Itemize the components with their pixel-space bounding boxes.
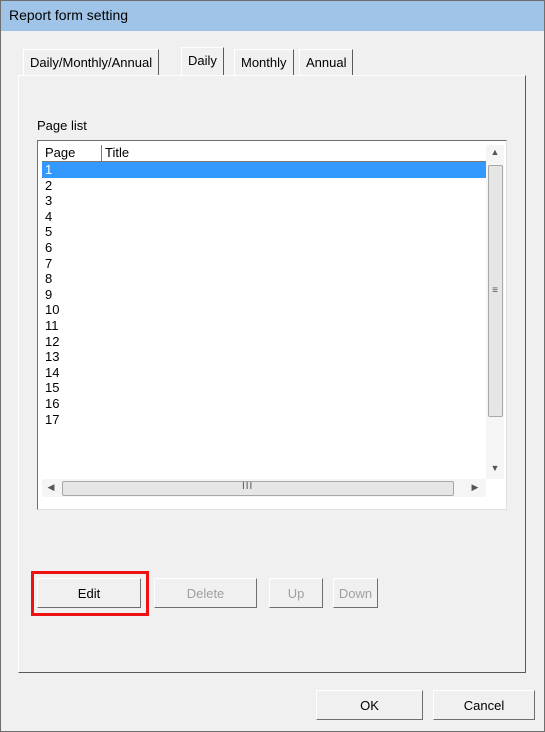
cancel-button[interactable]: Cancel xyxy=(433,690,535,720)
list-item[interactable]: 3 xyxy=(42,193,486,209)
column-header-title[interactable]: Title xyxy=(102,145,486,161)
list-item[interactable]: 17 xyxy=(42,412,486,428)
horizontal-scroll-thumb[interactable] xyxy=(62,481,454,496)
edit-button-highlight xyxy=(31,571,149,616)
up-button[interactable]: Up xyxy=(269,578,323,608)
tab-daily-monthly-annual[interactable]: Daily/Monthly/Annual xyxy=(23,49,160,75)
list-item[interactable]: 4 xyxy=(42,209,486,225)
scroll-grip-icon: ≡ xyxy=(492,285,498,296)
list-item[interactable]: 16 xyxy=(42,396,486,412)
list-item[interactable]: 1 xyxy=(42,162,486,178)
page-list-label: Page list xyxy=(37,118,87,133)
list-item[interactable]: 10 xyxy=(42,302,486,318)
tab-annual[interactable]: Annual xyxy=(299,49,354,75)
scroll-grip-icon: III xyxy=(242,481,254,492)
vertical-scrollbar[interactable]: ▲ ≡ ▼ xyxy=(486,145,504,479)
tab-monthly[interactable]: Monthly xyxy=(234,49,294,75)
down-arrow-icon[interactable]: ▼ xyxy=(486,463,504,473)
list-item[interactable]: 15 xyxy=(42,380,486,396)
column-header-page[interactable]: Page xyxy=(42,145,102,161)
window-title: Report form setting xyxy=(9,7,129,23)
list-item[interactable]: 8 xyxy=(42,271,486,287)
right-arrow-icon[interactable]: ▶ xyxy=(466,482,484,493)
page-list-header: Page Title xyxy=(42,145,486,162)
list-item[interactable]: 9 xyxy=(42,287,486,303)
page-list[interactable]: Page Title 1 2 3 4 5 6 7 8 9 10 11 12 13… xyxy=(37,140,507,510)
list-item[interactable]: 12 xyxy=(42,334,486,350)
list-item[interactable]: 11 xyxy=(42,318,486,334)
report-form-setting-window: Report form setting Daily/Monthly/Annual… xyxy=(0,0,545,732)
list-item[interactable]: 14 xyxy=(42,365,486,381)
tab-daily[interactable]: Daily xyxy=(181,47,224,75)
left-arrow-icon[interactable]: ◀ xyxy=(42,482,60,493)
ok-button[interactable]: OK xyxy=(316,690,423,720)
up-arrow-icon[interactable]: ▲ xyxy=(486,147,504,157)
list-item[interactable]: 6 xyxy=(42,240,486,256)
horizontal-scrollbar[interactable]: ◀ III ▶ xyxy=(42,479,486,497)
list-item[interactable]: 5 xyxy=(42,224,486,240)
list-item[interactable]: 7 xyxy=(42,256,486,272)
delete-button[interactable]: Delete xyxy=(154,578,257,608)
title-bar: Report form setting xyxy=(1,1,544,31)
down-button[interactable]: Down xyxy=(333,578,378,608)
list-item[interactable]: 13 xyxy=(42,349,486,365)
list-item[interactable]: 2 xyxy=(42,178,486,194)
page-list-rows: 1 2 3 4 5 6 7 8 9 10 11 12 13 14 15 16 1… xyxy=(42,162,486,474)
